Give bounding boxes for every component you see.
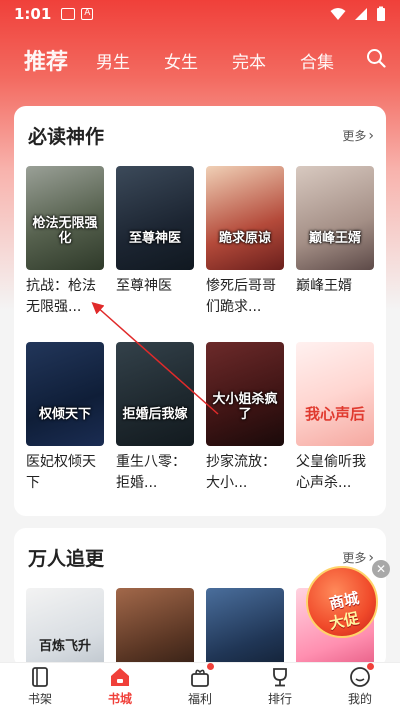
book-item[interactable]	[206, 588, 284, 668]
book-item[interactable]: 大小姐杀疯了 抄家流放：大小...	[206, 342, 284, 494]
book-title: 至尊神医	[116, 278, 172, 294]
cover-title: 我心声后	[304, 404, 365, 423]
bookshelf-icon	[32, 667, 48, 687]
book-item[interactable]: 权倾天下 医妃权倾天下	[26, 342, 104, 494]
chevron-right-icon: ›	[368, 127, 374, 144]
book-cover	[206, 588, 284, 668]
cover-title: 枪法无限强化	[32, 216, 98, 246]
book-title: 惨死后哥哥们跪求...	[206, 278, 276, 315]
book-item[interactable]: 拒婚后我嫁 重生八零：拒婚...	[116, 342, 194, 494]
book-cover: 大小姐杀疯了	[206, 342, 284, 446]
book-item[interactable]: 至尊神医 至尊神医	[116, 166, 194, 318]
tab-collection[interactable]: 合集	[300, 48, 334, 73]
tab-male[interactable]: 男生	[96, 48, 130, 73]
nav-ranking[interactable]: 排行	[250, 666, 310, 707]
book-item[interactable]: 枪法无限强化 抗战：枪法无限强...	[26, 166, 104, 318]
nav-label: 书架	[27, 692, 52, 706]
more-link[interactable]: 更多 ›	[342, 127, 374, 144]
nav-bookshelf[interactable]: 书架	[10, 666, 70, 707]
cover-title: 跪求原谅	[218, 230, 271, 246]
nav-label: 排行	[267, 692, 292, 706]
more-label: 更多	[342, 129, 367, 143]
nav-welfare[interactable]: 福利	[170, 663, 230, 707]
book-cover: 百炼飞升	[26, 588, 104, 668]
book-title: 重生八零：拒婚...	[116, 454, 186, 491]
nav-label: 书城	[107, 692, 132, 706]
book-cover: 权倾天下	[26, 342, 104, 446]
book-item[interactable]: 跪求原谅 惨死后哥哥们跪求...	[206, 166, 284, 318]
must-read-section: 必读神作 更多 › 枪法无限强化 抗战：枪法无限强... 至尊神医 至尊神医 跪…	[14, 106, 386, 516]
book-cover: 枪法无限强化	[26, 166, 104, 270]
a-notification-icon: A	[81, 8, 94, 20]
bottom-nav: 书架 书城 福利 排行 我的	[0, 662, 400, 710]
bookstore-icon	[111, 668, 129, 686]
status-time: 1:01	[14, 5, 52, 23]
section-title: 必读神作	[28, 126, 105, 148]
book-title: 父皇偷听我心声杀...	[296, 454, 366, 491]
book-cover: 至尊神医	[116, 166, 194, 270]
promo-badge[interactable]: 商城 大促	[306, 566, 378, 638]
book-title: 抄家流放：大小...	[206, 454, 276, 491]
close-icon[interactable]: ✕	[372, 560, 390, 578]
battery-icon	[377, 6, 385, 21]
book-title: 抗战：枪法无限强...	[26, 278, 96, 315]
notification-dot	[367, 663, 374, 670]
tab-completed[interactable]: 完本	[232, 48, 266, 73]
book-cover: 我心声后	[296, 342, 374, 446]
book-cover: 拒婚后我嫁	[116, 342, 194, 446]
cover-title: 大小姐杀疯了	[212, 392, 278, 422]
book-item[interactable]: 我心声后 父皇偷听我心声杀...	[296, 342, 374, 494]
cover-title: 至尊神医	[128, 230, 181, 246]
top-tabs: 推荐 男生 女生 完本 合集	[0, 36, 400, 84]
book-item[interactable]: 巅峰王婿 巅峰王婿	[296, 166, 374, 318]
section-title: 万人追更	[28, 548, 105, 570]
wifi-icon	[330, 8, 346, 20]
promo-floating-badge[interactable]: 商城 大促 ✕	[306, 560, 390, 638]
nav-label: 我的	[347, 692, 372, 706]
cover-title: 权倾天下	[38, 406, 91, 422]
book-title: 巅峰王婿	[296, 278, 352, 294]
book-item[interactable]: 百炼飞升	[26, 588, 104, 668]
trophy-icon	[273, 668, 287, 687]
status-bar: 1:01 A	[0, 0, 400, 28]
book-cover: 跪求原谅	[206, 166, 284, 270]
profile-icon	[349, 663, 374, 688]
tab-female[interactable]: 女生	[164, 48, 198, 73]
tab-recommend[interactable]: 推荐	[24, 44, 68, 76]
gallery-notification-icon	[61, 8, 76, 20]
signal-icon	[355, 8, 367, 20]
book-title: 医妃权倾天下	[26, 454, 96, 491]
book-cover	[116, 588, 194, 668]
nav-profile[interactable]: 我的	[330, 663, 390, 707]
nav-bookstore[interactable]: 书城	[90, 666, 150, 707]
search-icon[interactable]	[366, 48, 386, 68]
gift-icon	[189, 663, 214, 688]
nav-label: 福利	[187, 692, 212, 706]
cover-title: 巅峰王婿	[308, 230, 361, 246]
notification-dot	[207, 663, 214, 670]
cover-title: 百炼飞升	[38, 638, 91, 654]
cover-title: 拒婚后我嫁	[122, 406, 188, 422]
book-item[interactable]	[116, 588, 194, 668]
book-cover: 巅峰王婿	[296, 166, 374, 270]
status-icons	[330, 6, 386, 22]
